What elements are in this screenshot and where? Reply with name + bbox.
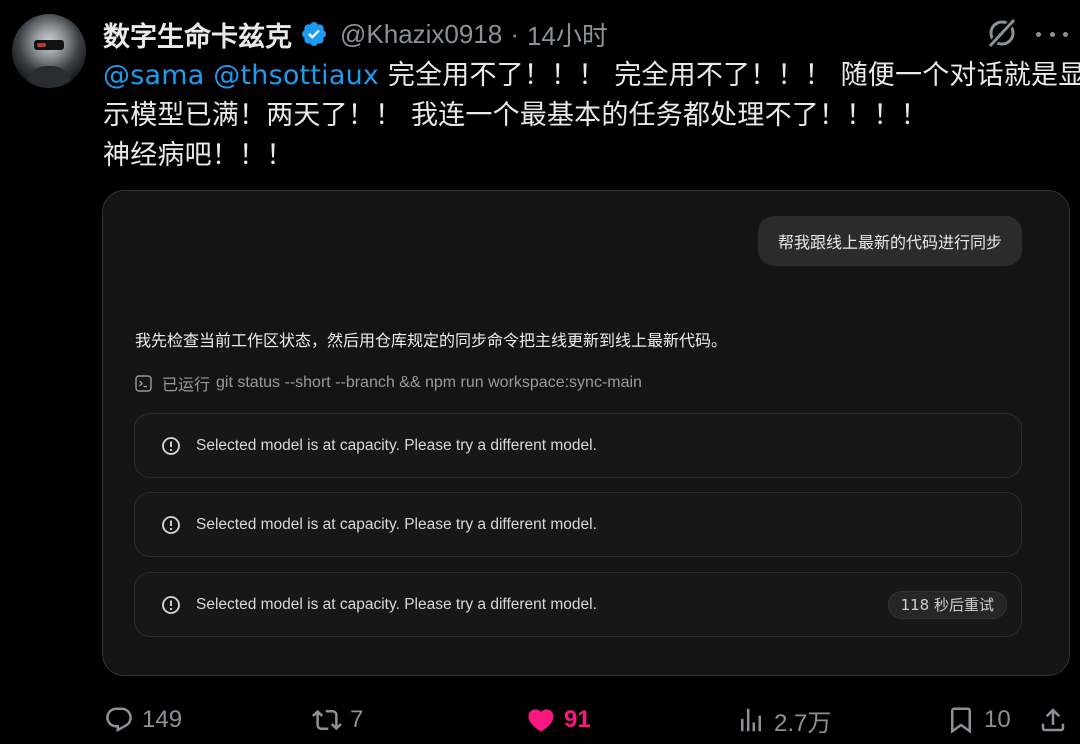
share-icon	[1041, 708, 1065, 732]
avatar-body	[26, 66, 72, 88]
repost-button[interactable]: 7	[312, 700, 363, 740]
bookmark-button[interactable]: 10	[946, 700, 1011, 740]
assistant-message: 我先检查当前工作区状态，然后用仓库规定的同步命令把主线更新到线上最新代码。	[135, 331, 728, 350]
alert-circle-icon	[162, 515, 180, 534]
command-text: git status --short --branch && npm run w…	[216, 374, 642, 391]
attached-screenshot-card[interactable]: 帮我跟线上最新的代码进行同步 我先检查当前工作区状态，然后用仓库规定的同步命令把…	[102, 190, 1070, 676]
verified-badge-icon	[302, 22, 326, 46]
retry-countdown-badge[interactable]: 118 秒后重试	[887, 590, 1007, 619]
reply-button[interactable]: 149	[104, 700, 182, 740]
views-count: 2.7万	[774, 709, 832, 737]
like-button[interactable]: 91	[526, 700, 591, 740]
alert-circle-icon	[162, 436, 180, 455]
views-button[interactable]: 2.7万	[736, 700, 831, 740]
repost-icon	[312, 709, 342, 731]
mention-thsottiaux[interactable]: @thsottiaux	[213, 60, 379, 91]
bookmark-icon	[951, 707, 971, 734]
reply-icon	[106, 707, 132, 733]
share-button[interactable]	[1038, 700, 1076, 740]
command-run-line: 已运行 git status --short --branch && npm r…	[135, 371, 642, 395]
command-prefix: 已运行	[162, 375, 211, 394]
bookmark-count: 10	[984, 706, 1011, 733]
post-time[interactable]: 14小时	[527, 16, 608, 53]
mention-sama[interactable]: @sama	[103, 60, 204, 91]
post-actions-bar: 149 7 91 2.7万 10	[0, 700, 1080, 740]
post-header: 数字生命卡兹克 @Khazix0918 · 14小时	[103, 15, 608, 54]
error-message-box: Selected model is at capacity. Please tr…	[134, 492, 1022, 557]
author-handle[interactable]: @Khazix0918	[340, 19, 502, 50]
post-text-line-1-rest: 完全用不了！！！ 完全用不了！！！ 随便一个对话就是显	[379, 60, 1080, 91]
author-display-name[interactable]: 数字生命卡兹克	[103, 15, 292, 54]
error-text: Selected model is at capacity. Please tr…	[196, 436, 597, 454]
views-icon	[741, 708, 761, 732]
author-avatar[interactable]	[12, 14, 86, 88]
header-separator: ·	[510, 18, 519, 49]
grok-icon[interactable]	[985, 16, 1019, 50]
avatar-visor	[34, 40, 64, 50]
error-text: Selected model is at capacity. Please tr…	[196, 595, 597, 613]
error-text: Selected model is at capacity. Please tr…	[196, 515, 597, 533]
heart-icon	[528, 709, 554, 732]
reply-count: 149	[142, 706, 183, 733]
repost-count: 7	[350, 706, 364, 733]
post-text: @sama @thsottiaux 完全用不了！！！ 完全用不了！！！ 随便一个…	[103, 56, 1080, 176]
like-count: 91	[564, 706, 591, 733]
post-text-line-2: 示模型已满！两天了！！ 我连一个最基本的任务都处理不了！！！！	[103, 100, 928, 131]
terminal-icon	[135, 374, 152, 392]
more-icon[interactable]	[1036, 32, 1068, 38]
user-message-bubble: 帮我跟线上最新的代码进行同步	[757, 216, 1022, 266]
post-text-line-1: @sama @thsottiaux 完全用不了！！！ 完全用不了！！！ 随便一个…	[103, 56, 1080, 96]
error-message-box: Selected model is at capacity. Please tr…	[134, 572, 1022, 637]
post-text-line-3: 神经病吧！！！	[103, 140, 294, 171]
error-message-box: Selected model is at capacity. Please tr…	[134, 413, 1022, 478]
alert-circle-icon	[162, 595, 180, 614]
